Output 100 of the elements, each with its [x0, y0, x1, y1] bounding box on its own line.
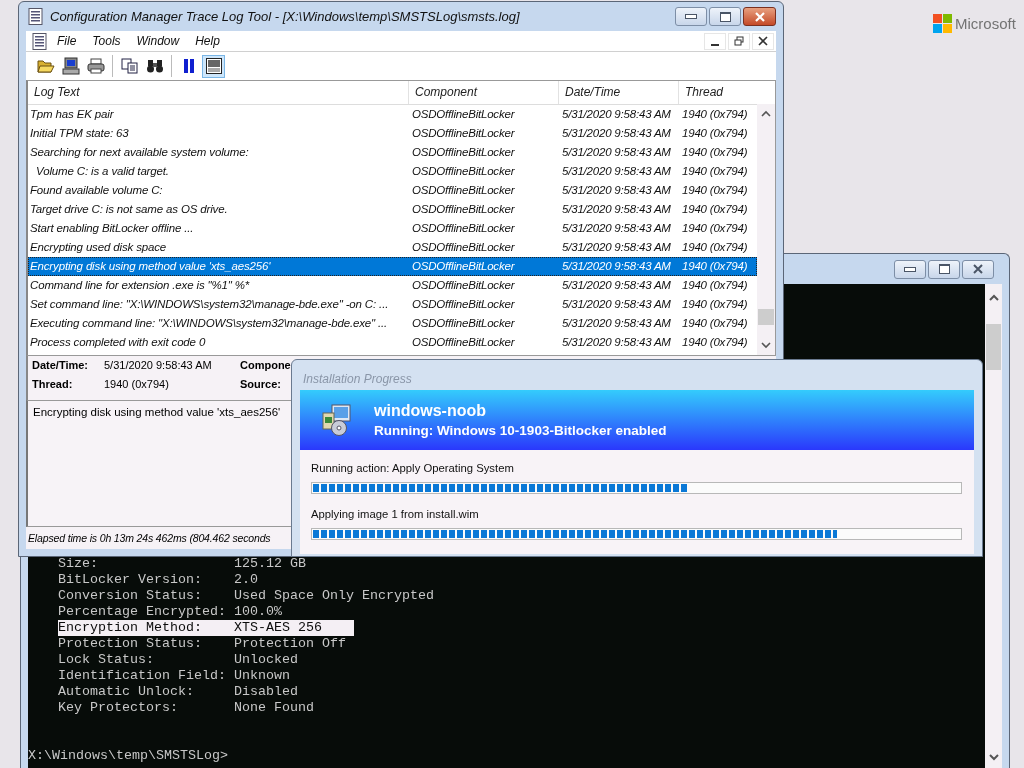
console-line: Conversion Status: Used Space Only Encrypted	[58, 588, 434, 604]
minimize-button[interactable]	[894, 259, 926, 279]
table-cell-text: 1940 (0x794)	[681, 126, 749, 141]
log-row[interactable]: Set command line: "X:\WINDOWS\system32\manage-bde.exe" -on C: ... OSDOfflineBitLocker 5/31/2020 9:58:43 AM 1940 (0x794)	[28, 295, 757, 314]
scroll-thumb[interactable]	[986, 324, 1001, 370]
table-cell-text: OSDOfflineBitLocker	[411, 126, 516, 141]
menu-item[interactable]: Help	[188, 34, 227, 48]
maximize-icon	[938, 264, 950, 274]
console-line: Protection Status: Protection Off	[58, 636, 346, 652]
scroll-down-icon[interactable]	[988, 753, 999, 761]
table-cell-text: 5/31/2020 9:58:43 AM	[561, 202, 672, 217]
console-line: Percentage Encrypted: 100.0%	[58, 604, 282, 620]
table-cell-text: 1940 (0x794)	[681, 221, 749, 236]
log-row[interactable]: Process completed with exit code 0 OSDOfflineBitLocker 5/31/2020 9:58:43 AM 1940 (0x794)	[28, 333, 757, 352]
minimize-icon	[685, 14, 697, 19]
pause-icon	[181, 58, 196, 74]
computer-button[interactable]	[59, 54, 82, 78]
table-cell-text: OSDOfflineBitLocker	[411, 297, 516, 312]
table-cell-text: 5/31/2020 9:58:43 AM	[561, 297, 672, 312]
task-sequence-name: Running: Windows 10-1903-Bitlocker enabled	[374, 423, 667, 438]
table-cell-text: OSDOfflineBitLocker	[411, 202, 516, 217]
field-value: 5/31/2020 9:58:43 AM	[104, 359, 213, 373]
table-cell-text: Encrypting used disk space	[29, 240, 168, 255]
close-button[interactable]	[962, 259, 994, 279]
menu-item[interactable]: Window	[129, 34, 187, 48]
minimize-icon	[904, 266, 916, 272]
table-cell-text: Searching for next available system volume:	[29, 145, 250, 160]
log-row[interactable]: Command line for extension .exe is "%1" %* OSDOfflineBitLocker 5/31/2020 9:58:43 AM 1940 (0x794)	[28, 276, 757, 295]
table-cell-text: 5/31/2020 9:58:43 AM	[561, 107, 672, 122]
log-row[interactable]: Target drive C: is not same as OS drive. OSDOfflineBitLocker 5/31/2020 9:58:43 AM 1940 (0x794)	[28, 200, 757, 219]
list-window-icon	[205, 58, 222, 74]
log-row[interactable]: Initial TPM state: 63 OSDOfflineBitLocker 5/31/2020 9:58:43 AM 1940 (0x794)	[28, 124, 757, 143]
table-cell-text: Process completed with exit code 0	[29, 335, 207, 350]
restore-button[interactable]	[728, 32, 750, 50]
column-header[interactable]: Thread	[679, 81, 757, 104]
console-line: BitLocker Version: 2.0	[58, 572, 258, 588]
table-cell-text: Set command line: "X:\WINDOWS\system32\manage-bde.exe" -on C: ...	[29, 297, 390, 312]
table-cell-text: Encrypting disk using method value 'xts_aes256'	[29, 259, 272, 274]
log-row[interactable]: Found available volume C: OSDOfflineBitLocker 5/31/2020 9:58:43 AM 1940 (0x794)	[28, 181, 757, 200]
window-title: Configuration Manager Trace Log Tool - [X:\Windows\temp\SMSTSLog\smsts.log]	[50, 9, 520, 24]
table-cell-text: 5/31/2020 9:58:43 AM	[561, 126, 672, 141]
log-row[interactable]: Start enabling BitLocker offline ... OSDOfflineBitLocker 5/31/2020 9:58:43 AM 1940 (0x794)	[28, 219, 757, 238]
scrollbar[interactable]	[985, 284, 1002, 768]
organization-name: windows-noob	[374, 402, 487, 420]
table-cell-text: 1940 (0x794)	[681, 297, 749, 312]
log-row[interactable]: Volume C: is a valid target. OSDOfflineBitLocker 5/31/2020 9:58:43 AM 1940 (0x794)	[28, 162, 757, 181]
column-header[interactable]: Date/Time	[559, 81, 679, 104]
table-cell-text: 5/31/2020 9:58:43 AM	[561, 164, 672, 179]
table-cell-text: 1940 (0x794)	[681, 145, 749, 160]
maximize-button[interactable]	[709, 7, 741, 26]
console-line: Automatic Unlock: Disabled	[58, 684, 298, 700]
minimize-button[interactable]	[675, 7, 707, 26]
maximize-icon	[719, 11, 731, 22]
log-document-icon	[28, 8, 44, 25]
table-cell-text: OSDOfflineBitLocker	[411, 335, 516, 350]
table-cell-text: 5/31/2020 9:58:43 AM	[561, 335, 672, 350]
selected-log-row[interactable]: Encrypting disk using method value 'xts_aes256' OSDOfflineBitLocker 5/31/2020 9:58:43 AM 1940 (0x794)	[28, 257, 757, 276]
close-button[interactable]	[743, 7, 776, 26]
scrollbar[interactable]	[757, 104, 775, 355]
progress-label: Applying image 1 from install.wim	[311, 508, 480, 522]
table-cell-text: Command line for extension .exe is "%1" %*	[29, 278, 251, 293]
column-header[interactable]: Log Text	[28, 81, 409, 104]
binoculars-icon	[145, 58, 164, 74]
field-label: Compone	[240, 359, 292, 373]
logo-text: Microsoft	[955, 15, 1016, 32]
dialog-title: Installation Progress	[302, 371, 413, 388]
copy-icon	[120, 58, 139, 74]
message-text: Encrypting disk using method value 'xts_aes256'	[33, 406, 281, 418]
table-cell-text: OSDOfflineBitLocker	[411, 316, 516, 331]
table-cell-text: OSDOfflineBitLocker	[411, 145, 516, 160]
column-header[interactable]: Component	[409, 81, 559, 104]
menu-item[interactable]: File	[50, 34, 84, 48]
table-cell-text: 5/31/2020 9:58:43 AM	[561, 145, 672, 160]
scroll-down-icon[interactable]	[761, 341, 771, 349]
console-line: Size: 125.12 GB	[58, 556, 306, 572]
log-row[interactable]: Tpm has EK pair OSDOfflineBitLocker 5/31/2020 9:58:43 AM 1940 (0x794)	[28, 105, 757, 124]
log-row[interactable]: Searching for next available system volume: OSDOfflineBitLocker 5/31/2020 9:58:43 AM 1940 (0x794)	[28, 143, 757, 162]
menu-item[interactable]: Tools	[85, 34, 128, 48]
printer-icon	[86, 58, 105, 74]
table-cell-text: OSDOfflineBitLocker	[411, 259, 516, 274]
field-value: 1940 (0x794)	[104, 378, 170, 392]
table-cell-text: 5/31/2020 9:58:43 AM	[561, 316, 672, 331]
table-cell-text: 1940 (0x794)	[681, 164, 749, 179]
filter-button[interactable]	[202, 54, 225, 78]
log-row[interactable]: Encrypting used disk space OSDOfflineBitLocker 5/31/2020 9:58:43 AM 1940 (0x794)	[28, 238, 757, 257]
table-cell-text: 5/31/2020 9:58:43 AM	[561, 259, 672, 274]
table-cell-text: Found available volume C:	[29, 183, 164, 198]
maximize-button[interactable]	[928, 259, 960, 279]
computer-icon	[61, 57, 80, 75]
scroll-up-icon[interactable]	[761, 110, 771, 118]
log-row[interactable]: Executing command line: "X:\WINDOWS\system32\manage-bde.exe" ... OSDOfflineBitLocker 5/31/2020 9:58:43 AM 1940 (0x794)	[28, 314, 757, 333]
console-line: Key Protectors: None Found	[58, 700, 314, 716]
table-cell-text: 1940 (0x794)	[681, 202, 749, 217]
scroll-thumb[interactable]	[758, 309, 774, 325]
progress-label: Running action: Apply Operating System	[311, 462, 515, 476]
scroll-up-icon[interactable]	[988, 294, 999, 302]
table-cell-text: 1940 (0x794)	[681, 335, 749, 350]
table-cell-text: 1940 (0x794)	[681, 278, 749, 293]
table-cell-text: 1940 (0x794)	[681, 316, 749, 331]
table-cell-text: OSDOfflineBitLocker	[411, 164, 516, 179]
